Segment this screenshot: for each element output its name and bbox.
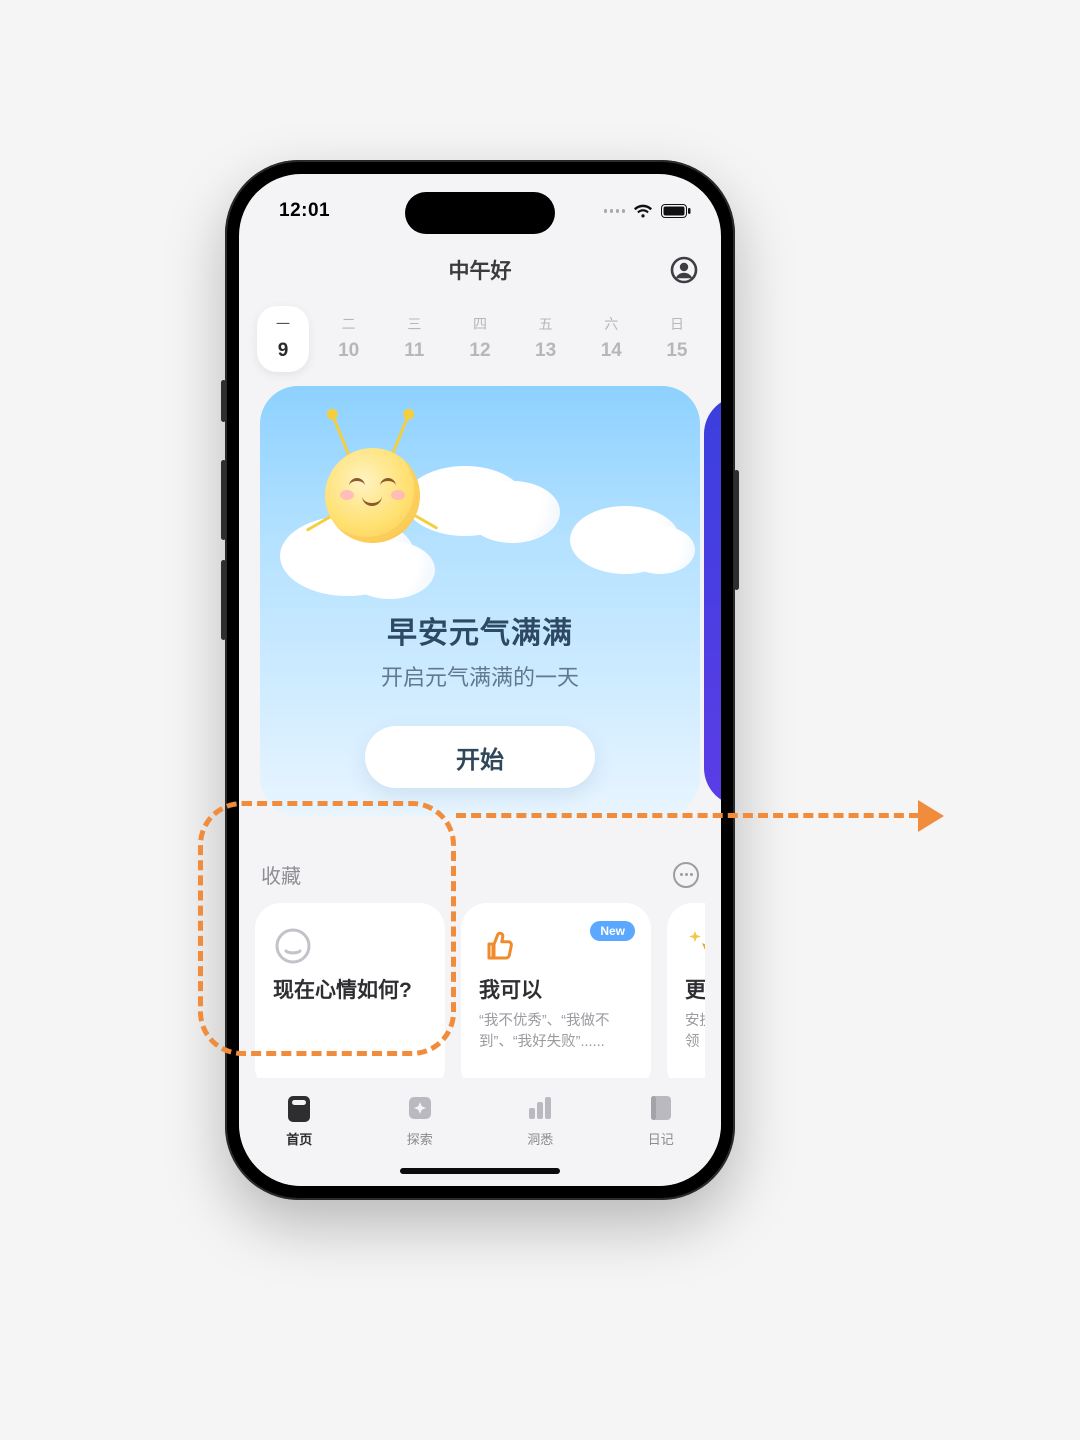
calendar-day[interactable]: 二 10 xyxy=(323,306,375,372)
more-button[interactable] xyxy=(673,862,699,888)
tab-label: 探索 xyxy=(407,1129,433,1148)
hero-card-next[interactable] xyxy=(704,396,721,806)
calendar-day[interactable]: 五 13 xyxy=(520,306,572,372)
sparkle-cursor-icon xyxy=(685,927,705,965)
start-button-label: 开始 xyxy=(456,740,504,775)
calendar-day[interactable]: 一 9 xyxy=(257,306,309,372)
diary-icon xyxy=(645,1092,677,1124)
favorite-card-ican[interactable]: New 我可以 “我不优秀”、“我做不到”、“我好失败”...... xyxy=(461,903,651,1093)
side-button xyxy=(221,560,226,640)
hero-subtitle: 开启元气满满的一天 xyxy=(381,660,579,692)
mood-circle-icon xyxy=(273,926,313,966)
calendar-date: 15 xyxy=(666,340,687,362)
tab-explore[interactable]: 探索 xyxy=(380,1092,460,1148)
tab-diary[interactable]: 日记 xyxy=(621,1092,701,1148)
status-time: 12:01 xyxy=(279,200,330,222)
phone-frame: 12:01 中午好 xyxy=(225,160,735,1200)
favorite-card-mood[interactable]: 现在心情如何? xyxy=(255,903,445,1093)
calendar-weekday: 六 xyxy=(604,314,618,334)
hero-card[interactable]: 早安元气满满 开启元气满满的一天 开始 xyxy=(260,386,700,816)
side-button xyxy=(221,460,226,540)
calendar-date: 9 xyxy=(278,340,289,362)
favorite-card-focus[interactable]: 更专 安抚自 动引领 xyxy=(667,903,705,1093)
ellipsis-icon xyxy=(680,873,683,876)
favorite-card-desc: “我不优秀”、“我做不到”、“我好失败”...... xyxy=(479,1011,633,1053)
dynamic-island xyxy=(405,192,555,234)
explore-icon xyxy=(404,1092,436,1124)
favorite-card-heading: 我可以 xyxy=(479,977,633,1005)
hero-carousel[interactable]: 早安元气满满 开启元气满满的一天 开始 xyxy=(239,386,721,816)
favorite-card-heading: 更专 xyxy=(685,977,705,1005)
tab-label: 日记 xyxy=(648,1129,674,1148)
tab-home[interactable]: 首页 xyxy=(259,1092,339,1148)
profile-icon xyxy=(670,256,698,284)
greeting-title: 中午好 xyxy=(449,255,512,285)
hero-title: 早安元气满满 xyxy=(387,608,573,652)
calendar-weekday: 日 xyxy=(670,314,684,334)
wifi-icon xyxy=(633,204,653,219)
calendar-date: 14 xyxy=(601,340,622,362)
favorites-section: 收藏 现在心情 xyxy=(239,860,721,1093)
calendar-weekday: 五 xyxy=(539,314,553,334)
favorites-title: 收藏 xyxy=(261,860,301,889)
profile-button[interactable] xyxy=(669,255,699,285)
tab-label: 洞悉 xyxy=(527,1129,553,1148)
favorite-card-heading: 现在心情如何? xyxy=(273,977,427,1005)
home-indicator[interactable] xyxy=(400,1168,560,1174)
calendar-date: 10 xyxy=(338,340,359,362)
ellipsis-icon xyxy=(690,873,693,876)
calendar-weekday: 三 xyxy=(407,314,421,334)
side-button xyxy=(221,380,226,422)
calendar-day[interactable]: 六 14 xyxy=(585,306,637,372)
new-badge: New xyxy=(590,921,635,941)
calendar-date: 11 xyxy=(404,340,424,362)
tab-insight[interactable]: 洞悉 xyxy=(500,1092,580,1148)
ellipsis-icon xyxy=(685,873,688,876)
app-header: 中午好 xyxy=(239,244,721,296)
calendar-strip[interactable]: 一 9 二 10 三 11 四 12 五 13 xyxy=(239,296,721,386)
status-indicators xyxy=(604,204,692,219)
calendar-weekday: 一 xyxy=(276,314,290,334)
favorites-row[interactable]: 现在心情如何? New 我可以 “我不优秀”、“我做不到”、“我好失败”....… xyxy=(255,903,705,1093)
calendar-day[interactable]: 三 11 xyxy=(388,306,440,372)
calendar-date: 13 xyxy=(535,340,556,362)
tab-label: 首页 xyxy=(286,1129,312,1148)
calendar-date: 12 xyxy=(469,340,490,362)
battery-icon xyxy=(661,204,691,218)
start-button[interactable]: 开始 xyxy=(365,726,595,788)
home-icon xyxy=(283,1092,315,1124)
annotation-arrow-head-icon xyxy=(918,800,944,832)
calendar-day[interactable]: 四 12 xyxy=(454,306,506,372)
sun-character-icon xyxy=(290,408,450,568)
tab-bar: 首页 探索 洞悉 xyxy=(239,1078,721,1186)
screen: 12:01 中午好 xyxy=(239,174,721,1186)
calendar-day[interactable]: 日 15 xyxy=(651,306,703,372)
thumbs-up-icon xyxy=(479,927,517,965)
calendar-weekday: 四 xyxy=(473,314,487,334)
insight-icon xyxy=(524,1092,556,1124)
signal-dots-icon xyxy=(604,209,626,213)
cloud-icon xyxy=(465,481,560,543)
cloud-icon xyxy=(625,526,695,574)
calendar-weekday: 二 xyxy=(342,314,356,334)
favorite-card-desc: 安抚自 动引领 xyxy=(685,1011,705,1053)
side-button xyxy=(734,470,739,590)
